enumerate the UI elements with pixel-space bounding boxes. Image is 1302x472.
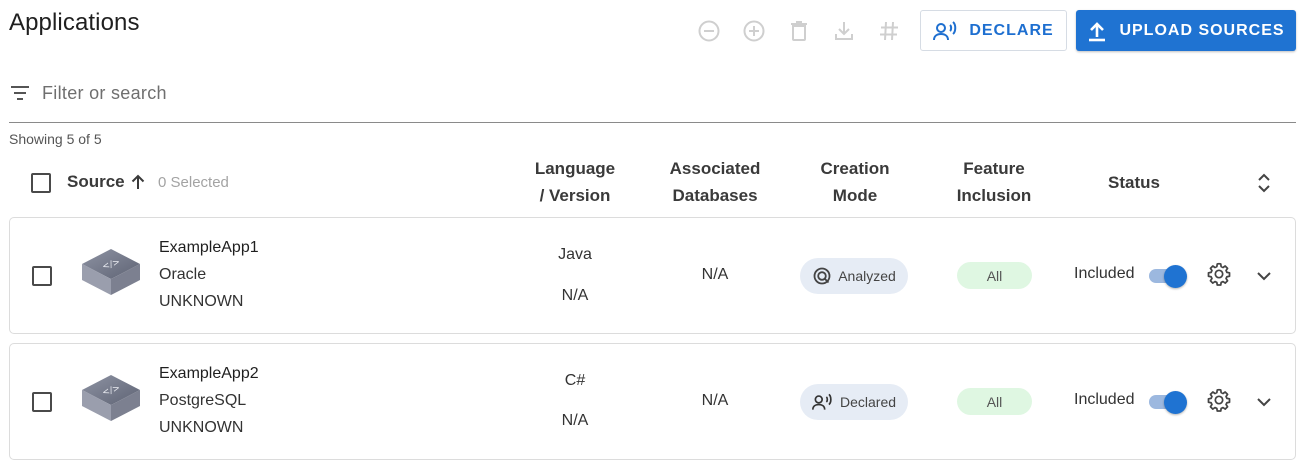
declared-icon (811, 393, 832, 410)
language: C# (564, 372, 586, 389)
creation-mode-label: Declared (839, 394, 897, 410)
creation-mode-badge: Declared (800, 384, 908, 420)
status-label: Included (1074, 265, 1135, 282)
table-row[interactable]: </> ExampleApp1 Oracle UNKNOWN Java N/A … (9, 217, 1296, 334)
search-input[interactable] (42, 82, 642, 104)
associated-databases: N/A (701, 392, 729, 409)
table-row[interactable]: </> ExampleApp2 PostgreSQL UNKNOWN C# N/… (9, 343, 1296, 460)
status-toggle[interactable] (1147, 264, 1187, 288)
declare-label: DECLARE (969, 21, 1054, 39)
app-name[interactable]: ExampleApp2 (159, 365, 259, 383)
sort-ascending-icon[interactable] (129, 173, 147, 191)
feature-inclusion-badge: All (957, 388, 1032, 415)
header-databases-line1: Associated (669, 159, 761, 178)
associated-databases: N/A (701, 266, 729, 283)
remove-circle-icon[interactable] (696, 18, 722, 44)
header-creation-mode[interactable]: Creation Mode (800, 155, 910, 209)
application-icon: </> (82, 375, 140, 421)
upload-icon (1089, 21, 1106, 41)
chevron-down-icon[interactable] (1253, 391, 1275, 413)
analyzed-icon (813, 267, 831, 285)
application-icon: </> (82, 249, 140, 295)
header-databases-line2: Databases (672, 186, 758, 205)
toggle-knob (1164, 265, 1187, 288)
row-checkbox[interactable] (32, 266, 52, 286)
version: N/A (561, 287, 589, 304)
expand-collapse-all-icon[interactable] (1254, 171, 1274, 195)
app-name[interactable]: ExampleApp1 (159, 239, 259, 257)
declare-icon (933, 20, 957, 40)
select-all-checkbox[interactable] (31, 173, 51, 193)
header-databases[interactable]: Associated Databases (655, 155, 775, 209)
header-feature-inclusion[interactable]: Feature Inclusion (939, 155, 1049, 209)
gear-icon[interactable] (1206, 261, 1232, 287)
status-toggle[interactable] (1147, 390, 1187, 414)
tag-icon[interactable] (876, 18, 902, 44)
language: Java (558, 246, 592, 263)
header-language[interactable]: Language / Version (520, 155, 630, 209)
upload-sources-label: UPLOAD SOURCES (1119, 21, 1285, 39)
header-creation-line2: Mode (832, 186, 878, 205)
header-status[interactable]: Status (1084, 169, 1184, 196)
upload-sources-button[interactable]: UPLOAD SOURCES (1076, 10, 1296, 51)
app-database: PostgreSQL (159, 392, 247, 409)
header-source-label: Source (67, 172, 125, 191)
app-status: UNKNOWN (159, 293, 244, 310)
download-icon[interactable] (831, 18, 857, 44)
filter-bar (9, 78, 1296, 123)
toggle-knob (1164, 391, 1187, 414)
selected-count: 0 Selected (158, 174, 229, 191)
header-feature-line1: Feature (963, 159, 1025, 178)
results-count: Showing 5 of 5 (9, 131, 102, 147)
creation-mode-label: Analyzed (838, 268, 896, 284)
app-database: Oracle (159, 266, 207, 283)
header-source[interactable]: Source (67, 172, 147, 192)
header-creation-line1: Creation (820, 159, 890, 178)
filter-icon (11, 86, 29, 100)
header-language-line2: / Version (539, 186, 611, 205)
app-status: UNKNOWN (159, 419, 244, 436)
page-title: Applications (9, 9, 140, 36)
header-feature-line2: Inclusion (956, 186, 1032, 205)
row-checkbox[interactable] (32, 392, 52, 412)
version: N/A (561, 412, 589, 429)
feature-inclusion-badge: All (957, 262, 1032, 289)
creation-mode-badge: Analyzed (800, 258, 908, 294)
chevron-down-icon[interactable] (1253, 265, 1275, 287)
header-language-line1: Language (534, 159, 616, 178)
gear-icon[interactable] (1206, 387, 1232, 413)
declare-button[interactable]: DECLARE (920, 10, 1067, 51)
status-label: Included (1074, 391, 1135, 408)
delete-icon[interactable] (786, 18, 812, 44)
add-circle-icon[interactable] (741, 18, 767, 44)
